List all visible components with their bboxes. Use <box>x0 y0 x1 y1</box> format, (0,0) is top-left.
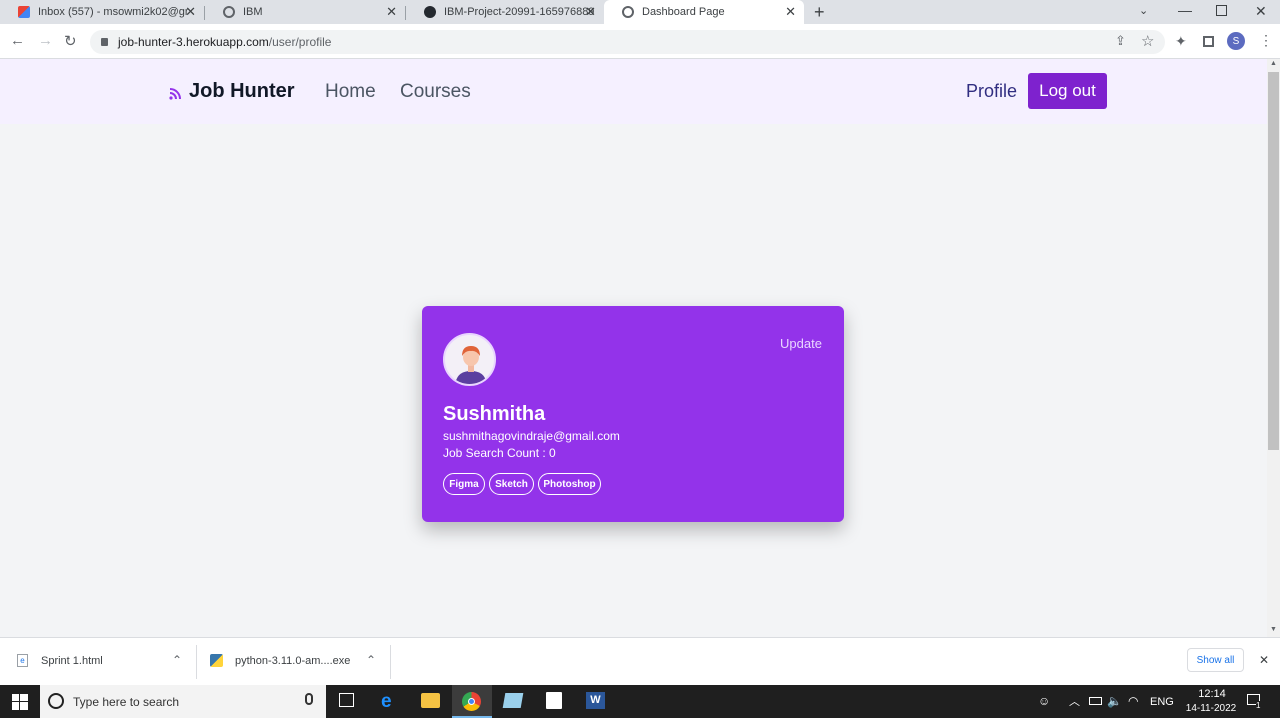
divider <box>390 645 391 679</box>
chevron-up-icon[interactable]: ⌃ <box>172 653 182 667</box>
volume-icon[interactable]: 🔈 <box>1107 694 1122 708</box>
bookmark-star-icon[interactable]: ☆ <box>1141 32 1154 50</box>
file-explorer-icon[interactable] <box>421 693 440 708</box>
gmail-icon <box>18 6 30 18</box>
new-tab-icon[interactable]: + <box>814 2 825 23</box>
update-button[interactable]: Update <box>780 336 822 351</box>
menu-kebab-icon[interactable]: ⋮ <box>1259 32 1273 49</box>
tab-gmail[interactable]: Inbox (557) - msowmi2k02@gma ✕ <box>0 0 204 24</box>
forward-icon[interactable]: → <box>38 32 53 49</box>
download-item-name[interactable]: python-3.11.0-am....exe <box>235 655 350 667</box>
document-app-icon[interactable] <box>546 692 562 709</box>
side-panel-icon[interactable] <box>1203 36 1214 47</box>
close-tab-icon[interactable]: ✕ <box>185 4 196 20</box>
back-icon[interactable]: ← <box>10 32 25 49</box>
close-tab-icon[interactable]: ✕ <box>585 4 596 20</box>
nav-profile-link[interactable]: Profile <box>966 81 1017 102</box>
word-icon[interactable]: W <box>586 692 605 709</box>
url-domain: job-hunter-3.herokuapp.com <box>118 35 269 49</box>
profile-avatar[interactable]: S <box>1227 32 1245 50</box>
microphone-icon[interactable] <box>305 693 313 705</box>
extensions-icon[interactable]: ✦ <box>1175 33 1187 50</box>
reload-icon[interactable]: ↻ <box>64 32 77 50</box>
nav-home-link[interactable]: Home <box>325 81 376 103</box>
tab-dashboard[interactable]: Dashboard Page ✕ <box>604 0 804 24</box>
globe-icon <box>622 6 634 18</box>
close-window-icon[interactable]: ✕ <box>1255 3 1267 20</box>
tab-title: Inbox (557) - msowmi2k02@gma <box>38 6 188 18</box>
close-downloads-icon[interactable]: ✕ <box>1259 653 1269 667</box>
download-item-name[interactable]: Sprint 1.html <box>41 655 103 667</box>
task-view-icon[interactable] <box>339 693 354 707</box>
skill-badge: Sketch <box>489 473 534 495</box>
nav-courses-link[interactable]: Courses <box>400 81 471 103</box>
people-icon[interactable]: ☺ <box>1038 694 1050 708</box>
clock-date[interactable]: 14-11-2022 <box>1180 703 1242 714</box>
show-all-button[interactable]: Show all <box>1187 648 1244 672</box>
chevron-up-icon[interactable]: ⌃ <box>366 653 376 667</box>
battery-icon[interactable] <box>1089 697 1102 705</box>
url-text[interactable]: job-hunter-3.herokuapp.com/user/profile <box>118 35 331 49</box>
taskbar-search-input[interactable]: Type here to search <box>73 695 179 709</box>
user-name: Sushmitha <box>443 403 546 425</box>
restore-icon[interactable] <box>1216 5 1227 16</box>
brand-title[interactable]: Job Hunter <box>189 80 295 103</box>
scrollbar-thumb[interactable] <box>1268 72 1279 450</box>
tray-chevron-up-icon[interactable]: ︿ <box>1069 693 1080 709</box>
tab-github[interactable]: IBM-Project-20991-1659768892/ ✕ <box>406 0 604 24</box>
github-icon <box>424 6 436 18</box>
wifi-icon[interactable]: ◠ <box>1128 694 1138 708</box>
lock-icon[interactable] <box>101 38 108 46</box>
edge-icon[interactable]: e <box>381 691 392 713</box>
clock-time[interactable]: 12:14 <box>1193 688 1231 700</box>
divider <box>196 645 197 679</box>
notes-app-icon[interactable] <box>502 693 524 708</box>
skill-badge: Figma <box>443 473 485 495</box>
tab-title: IBM-Project-20991-1659768892/ <box>444 6 594 18</box>
close-tab-icon[interactable]: ✕ <box>386 4 397 20</box>
tab-title: Dashboard Page <box>642 6 725 18</box>
html-file-icon: e <box>17 654 28 667</box>
scroll-down-icon[interactable]: ▼ <box>1270 626 1277 633</box>
windows-start-icon[interactable] <box>12 694 28 710</box>
share-icon[interactable]: ⇪ <box>1115 33 1126 49</box>
downloads-bar <box>0 637 1280 685</box>
skill-badge: Photoshop <box>538 473 601 495</box>
chrome-icon-center <box>468 698 475 705</box>
logout-button[interactable]: Log out <box>1028 73 1107 109</box>
tab-title: IBM <box>243 6 263 18</box>
cortana-icon <box>48 693 64 709</box>
rss-icon <box>169 88 181 100</box>
python-installer-icon <box>210 654 223 667</box>
close-tab-icon[interactable]: ✕ <box>785 4 796 20</box>
job-search-count: Job Search Count : 0 <box>443 446 556 460</box>
minimize-icon[interactable]: — <box>1178 2 1192 18</box>
avatar <box>443 333 496 386</box>
language-indicator[interactable]: ENG <box>1150 696 1174 708</box>
notification-count-badge: 1 <box>1256 701 1261 710</box>
url-path: /user/profile <box>268 35 332 49</box>
user-email: sushmithagovindraje@gmail.com <box>443 429 620 443</box>
tab-search-icon[interactable]: ⌄ <box>1139 4 1148 17</box>
scroll-up-icon[interactable]: ▲ <box>1270 60 1277 67</box>
globe-icon <box>223 6 235 18</box>
tab-ibm[interactable]: IBM ✕ <box>205 0 405 24</box>
